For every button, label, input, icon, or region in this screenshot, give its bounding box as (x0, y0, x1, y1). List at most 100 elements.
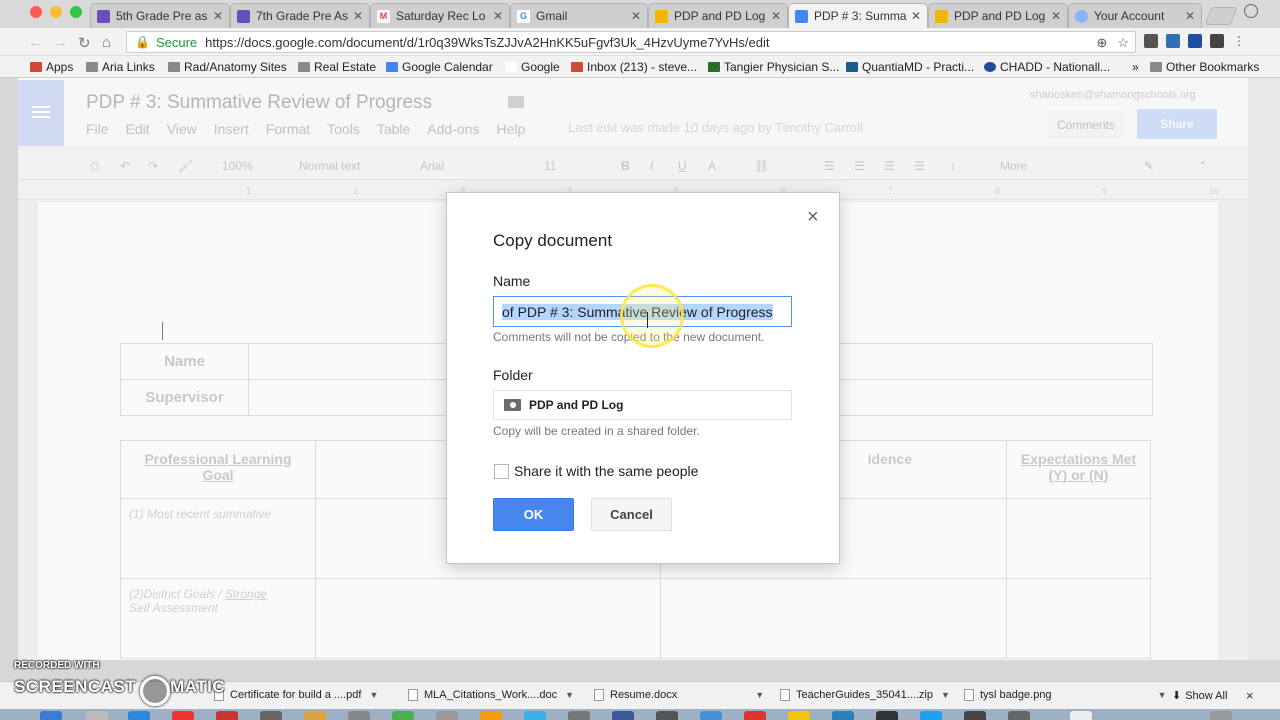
browser-tab[interactable]: Your Account ✕ (1068, 3, 1202, 28)
bookmarks-overflow[interactable]: » (1132, 60, 1139, 74)
dock-app-icon[interactable] (832, 711, 854, 720)
dock-app-icon[interactable] (348, 711, 370, 720)
menu-help[interactable]: Help (496, 121, 525, 137)
dock-app-icon[interactable] (568, 711, 590, 720)
home-icon[interactable]: ⌂ (102, 34, 111, 51)
dock-app-icon[interactable] (436, 711, 458, 720)
table-cell[interactable]: Name (120, 343, 249, 380)
window-minimize-button[interactable] (50, 6, 62, 18)
dock-app-icon[interactable] (744, 711, 766, 720)
window-zoom-button[interactable] (70, 6, 82, 18)
chevron-down-icon[interactable]: ▼ (565, 690, 574, 700)
cancel-button[interactable]: Cancel (591, 498, 672, 531)
menu-view[interactable]: View (167, 121, 197, 137)
profile-icon[interactable] (1244, 4, 1258, 18)
dock-app-icon[interactable] (788, 711, 810, 720)
menu-insert[interactable]: Insert (214, 121, 249, 137)
bookmark-link[interactable]: Google (505, 60, 560, 74)
dock-app-icon[interactable] (260, 711, 282, 720)
back-arrow-icon[interactable]: ← (28, 34, 43, 51)
last-edit-link[interactable]: Last edit was made 10 days ago by Timoth… (568, 120, 863, 135)
download-item[interactable]: tysl badge.png ▼ (964, 689, 1166, 701)
browser-tab[interactable]: M Saturday Rec Lo ✕ (370, 3, 510, 28)
font-size-select[interactable]: 11 (544, 159, 556, 173)
browser-tab[interactable]: 5th Grade Pre as ✕ (90, 3, 230, 28)
table-cell[interactable]: (1) Most recent summative (120, 498, 316, 579)
column-header[interactable]: Expectations Met (Y) or (N) (1006, 440, 1151, 499)
bookmark-folder[interactable]: Aria Links (86, 60, 155, 74)
table-cell[interactable]: Supervisor (120, 379, 249, 416)
close-tab-icon[interactable]: ✕ (1185, 9, 1195, 23)
reload-icon[interactable]: ↻ (78, 34, 91, 52)
chevron-down-icon[interactable]: ▼ (369, 690, 378, 700)
print-icon[interactable]: ⎙ (90, 159, 100, 174)
dock-app-icon[interactable] (216, 711, 238, 720)
share-button[interactable]: Share (1137, 109, 1217, 139)
chevron-down-icon[interactable]: ▼ (941, 690, 950, 700)
dock-app-icon[interactable] (656, 711, 678, 720)
folder-icon[interactable] (508, 96, 524, 108)
download-item[interactable]: MLA_Citations_Work....doc ▼ (408, 689, 574, 701)
extension-icon[interactable] (1144, 34, 1158, 48)
dock-app-icon[interactable] (1008, 711, 1030, 720)
dock-app-icon[interactable] (304, 711, 326, 720)
paint-format-icon[interactable]: 🖌 (178, 159, 193, 173)
align-left-icon[interactable]: ☰ (824, 159, 835, 173)
align-right-icon[interactable]: ☰ (884, 159, 895, 173)
bookmark-link[interactable]: CHADD - Nationall... (984, 60, 1110, 74)
new-tab-button[interactable] (1204, 7, 1238, 25)
collapse-icon[interactable]: ⌃ (1198, 159, 1208, 173)
close-downloads-icon[interactable]: × (1246, 688, 1254, 703)
window-close-button[interactable] (30, 6, 42, 18)
bookmark-link[interactable]: Inbox (213) - steve... (571, 60, 697, 74)
close-tab-icon[interactable]: ✕ (353, 9, 363, 23)
menu-addons[interactable]: Add-ons (427, 121, 479, 137)
bookmark-star-icon[interactable]: ☆ (1117, 35, 1129, 51)
dock-app-icon[interactable] (700, 711, 722, 720)
table-cell[interactable] (1006, 498, 1151, 579)
close-tab-icon[interactable]: ✕ (631, 9, 641, 23)
dock-app-icon[interactable] (40, 711, 62, 720)
ok-button[interactable]: OK (493, 498, 574, 531)
bold-icon[interactable]: B (621, 159, 630, 173)
doc-title[interactable]: PDP # 3: Summative Review of Progress (86, 92, 432, 114)
link-icon[interactable]: ⛓ (754, 159, 769, 173)
browser-tab[interactable]: 7th Grade Pre As ✕ (230, 3, 370, 28)
table-cell[interactable] (1006, 578, 1151, 659)
table-cell[interactable] (315, 578, 661, 659)
browser-tab[interactable]: PDP and PD Log ✕ (648, 3, 788, 28)
address-bar[interactable]: 🔒 Secure https://docs.google.com/documen… (126, 31, 1136, 53)
bookmark-folder[interactable]: Real Estate (298, 60, 376, 74)
extension-icon[interactable] (1210, 34, 1224, 48)
menu-dots-icon[interactable]: ⋮ (1232, 34, 1246, 48)
column-header[interactable]: Professional Learning Goal (120, 440, 316, 499)
italic-icon[interactable]: I (650, 159, 653, 173)
dock-app-icon[interactable] (1070, 711, 1092, 720)
browser-tab[interactable]: G Gmail ✕ (510, 3, 648, 28)
bookmark-link[interactable]: Google Calendar (386, 60, 493, 74)
browser-tab-active[interactable]: PDP # 3: Summa ✕ (788, 3, 928, 28)
zoom-select[interactable]: 100% (222, 159, 253, 173)
menu-edit[interactable]: Edit (126, 121, 150, 137)
browser-tab[interactable]: PDP and PD Log ✕ (928, 3, 1068, 28)
zoom-icon[interactable]: ⊕ (1096, 35, 1107, 51)
bookmark-folder[interactable]: Rad/Anatomy Sites (168, 60, 287, 74)
chevron-down-icon[interactable]: ▼ (1158, 690, 1167, 700)
share-checkbox-label[interactable]: Share it with the same people (514, 463, 698, 479)
bookmark-link[interactable]: QuantiaMD - Practi... (846, 60, 974, 74)
text-color-icon[interactable]: A (708, 159, 716, 173)
more-button[interactable]: More (1000, 159, 1027, 173)
dock-app-icon[interactable] (612, 711, 634, 720)
bookmark-apps[interactable]: Apps (30, 60, 73, 74)
redo-icon[interactable]: ↷ (148, 159, 158, 173)
download-item[interactable]: Certificate for build a ....pdf ▼ (214, 689, 378, 701)
close-tab-icon[interactable]: ✕ (771, 9, 781, 23)
underline-icon[interactable]: U (678, 159, 687, 173)
download-item[interactable]: Resume.docx ▼ (594, 689, 764, 701)
edit-mode-icon[interactable]: ✎ (1144, 159, 1154, 173)
show-all-downloads-button[interactable]: ⬇ Show All (1172, 689, 1227, 703)
dock-trash-icon[interactable] (1210, 711, 1232, 720)
dock-app-icon[interactable] (964, 711, 986, 720)
dock-app-icon[interactable] (392, 711, 414, 720)
close-tab-icon[interactable]: ✕ (493, 9, 503, 23)
